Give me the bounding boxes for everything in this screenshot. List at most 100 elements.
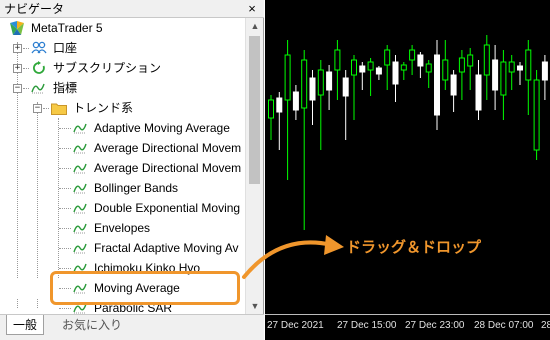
candle-body	[541, 61, 548, 81]
tree-item-label: サブスクリプション	[53, 61, 162, 75]
accounts-icon	[31, 41, 47, 54]
indicator-item-label: Fractal Adaptive Moving Av	[94, 241, 239, 255]
tab-favorites[interactable]: お気に入り	[56, 315, 128, 335]
candle-body	[450, 74, 457, 96]
indicator-icon	[73, 183, 87, 194]
indicator-item[interactable]: Envelopes	[0, 218, 245, 238]
tree-item-subscriptions[interactable]: + サブスクリプション	[0, 58, 245, 78]
time-axis-label: 27 Dec 15:00	[337, 320, 397, 331]
candle-body	[483, 44, 490, 76]
price-chart[interactable]: 27 Dec 2021 27 Dec 15:00 27 Dec 23:00 28…	[265, 0, 550, 340]
metatrader-logo-icon	[10, 21, 24, 35]
indicator-icon	[73, 123, 87, 134]
candle-body	[425, 63, 432, 73]
candle-body	[375, 67, 382, 75]
tree-item-accounts[interactable]: + 口座	[0, 38, 245, 58]
tree-branch	[59, 208, 71, 209]
candle-body	[400, 64, 407, 71]
candle-body	[367, 61, 374, 71]
tree-item-label: 口座	[53, 41, 78, 55]
candle-body	[342, 77, 349, 97]
indicator-item[interactable]: Bollinger Bands	[0, 178, 245, 198]
indicator-item-label: Bollinger Bands	[94, 181, 179, 195]
indicator-icon	[73, 143, 87, 154]
indicator-item-label: Average Directional Movem	[94, 161, 242, 175]
tree-branch	[23, 88, 29, 89]
candle-body	[317, 69, 324, 96]
candle-body	[458, 57, 465, 73]
tab-general[interactable]: 一般	[6, 315, 45, 335]
collapse-minus-icon[interactable]: −	[33, 104, 42, 113]
candle-body	[351, 59, 357, 76]
candle-body	[409, 49, 416, 61]
indicator-icon	[73, 223, 87, 234]
tree-branch	[23, 48, 29, 49]
tree-branch	[59, 128, 71, 129]
indicator-icon	[31, 83, 45, 94]
candle-body	[392, 61, 399, 85]
candle-body	[417, 54, 424, 67]
candle-body	[268, 99, 274, 119]
subscription-refresh-icon	[33, 61, 45, 74]
candle-body	[301, 59, 308, 109]
close-icon[interactable]: ×	[246, 0, 258, 18]
moving-average-highlight	[50, 271, 240, 305]
candle-body	[475, 74, 482, 111]
navigator-tree: MetaTrader 5 + 口座 + サブスクリプション − 指標 − トレン…	[0, 18, 245, 314]
tree-branch	[59, 268, 71, 269]
expand-plus-icon[interactable]: +	[13, 44, 22, 53]
tree-item-label: 指標	[53, 81, 78, 95]
time-axis-label: 28 Dec 07:00	[474, 320, 534, 331]
candle-body	[508, 61, 515, 73]
indicator-icon	[73, 163, 87, 174]
tree-root-metatrader[interactable]: MetaTrader 5	[0, 18, 245, 38]
tree-root-label: MetaTrader 5	[31, 21, 103, 35]
candle-body	[533, 79, 540, 151]
indicator-item-label: Envelopes	[94, 221, 151, 235]
collapse-minus-icon[interactable]: −	[13, 84, 22, 93]
scroll-down-icon[interactable]: ▼	[246, 298, 264, 314]
time-axis-label: 27 Dec 2021	[267, 320, 324, 331]
tree-branch	[59, 308, 71, 309]
indicator-item[interactable]: Double Exponential Moving	[0, 198, 245, 218]
navigator-title: ナビゲータ	[4, 2, 65, 16]
time-axis-label: 28 Dec	[541, 320, 550, 331]
indicator-icon	[73, 243, 87, 254]
candle-body	[276, 97, 283, 113]
candle-body	[359, 65, 366, 73]
candle-body	[525, 49, 532, 81]
tree-branch	[59, 228, 71, 229]
tree-branch	[43, 108, 49, 109]
indicator-item[interactable]: Average Directional Movem	[0, 158, 245, 178]
folder-icon	[51, 103, 67, 115]
time-axis-label: 27 Dec 23:00	[405, 320, 465, 331]
time-axis-line	[265, 314, 550, 315]
tree-branch	[59, 248, 71, 249]
tree-folder-trend[interactable]: − トレンド系	[0, 98, 245, 118]
candle-body	[517, 65, 523, 71]
scrollbar-thumb[interactable]	[249, 36, 260, 184]
indicator-item-label: Average Directional Movem	[94, 141, 242, 155]
candle-body	[292, 91, 299, 111]
scroll-up-icon[interactable]: ▲	[246, 18, 264, 34]
drag-drop-label: ドラッグ＆ドロップ	[346, 239, 482, 256]
candle-body	[309, 77, 316, 101]
indicator-item[interactable]: Average Directional Movem	[0, 138, 245, 158]
indicator-item[interactable]: Fractal Adaptive Moving Av	[0, 238, 245, 258]
navigator-tabs: 一般 お気に入り	[0, 314, 264, 340]
tree-branch	[59, 188, 71, 189]
expand-plus-icon[interactable]: +	[13, 64, 22, 73]
indicator-icon	[73, 203, 87, 214]
tree-item-indicators[interactable]: − 指標	[0, 78, 245, 98]
tree-branch	[59, 148, 71, 149]
navigator-title-bar: ナビゲータ ×	[0, 0, 264, 18]
indicator-item-label: Double Exponential Moving	[94, 201, 241, 215]
candle-body	[434, 54, 440, 116]
drag-arrow-icon	[242, 235, 344, 279]
candle-body	[326, 71, 333, 91]
candle-body	[500, 61, 507, 96]
candle-body	[492, 59, 499, 91]
candle-body	[467, 54, 474, 67]
indicator-item[interactable]: Adaptive Moving Average	[0, 118, 245, 138]
candle-body	[284, 54, 291, 101]
